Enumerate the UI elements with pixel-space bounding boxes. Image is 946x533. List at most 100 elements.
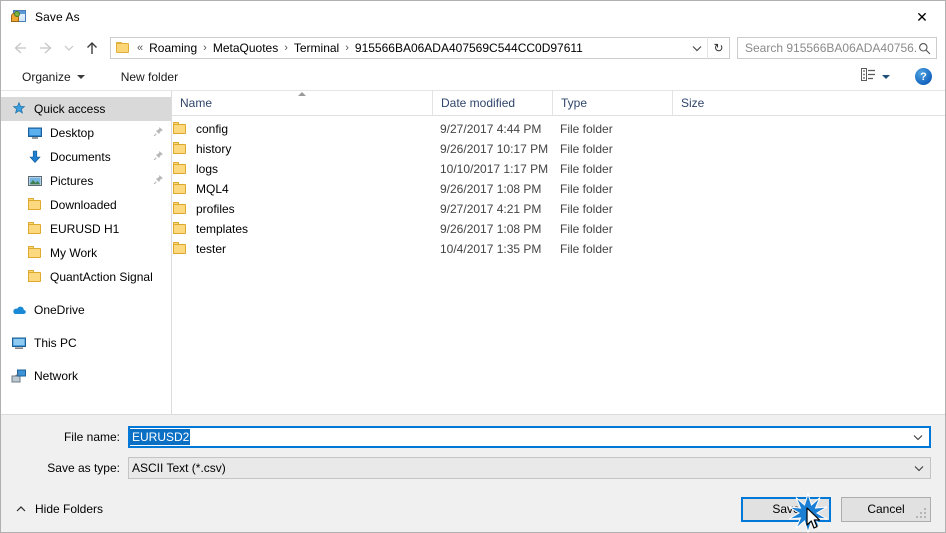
cancel-button[interactable]: Cancel xyxy=(841,496,931,522)
file-type: File folder xyxy=(560,222,613,236)
recent-locations-icon[interactable] xyxy=(59,36,79,60)
column-header-name[interactable]: Name xyxy=(172,91,432,115)
pictures-icon xyxy=(27,173,43,189)
save-as-icon xyxy=(11,9,27,25)
search-input[interactable]: Search 915566BA06ADA40756... xyxy=(737,37,937,59)
sidebar-item-network[interactable]: Network xyxy=(1,364,171,388)
sidebar-item-label: Network xyxy=(34,369,79,383)
sidebar-item-eurusd-h1[interactable]: EURUSD H1 xyxy=(1,217,171,241)
breadcrumb-separator: › xyxy=(203,42,207,54)
table-row[interactable]: profiles 9/27/2017 4:21 PM File folder xyxy=(172,199,945,219)
folder-icon xyxy=(27,245,43,261)
change-view-button[interactable] xyxy=(856,65,895,89)
column-header-date-modified[interactable]: Date modified xyxy=(432,91,552,115)
sidebar-item-desktop[interactable]: Desktop xyxy=(1,121,171,145)
file-name: MQL4 xyxy=(196,182,229,196)
breadcrumb-overflow[interactable]: « xyxy=(134,42,146,54)
sidebar-item-onedrive[interactable]: OneDrive xyxy=(1,298,171,322)
save-button[interactable]: Save xyxy=(741,496,831,522)
view-layout-icon xyxy=(861,67,876,86)
file-name: tester xyxy=(196,242,227,256)
pin-icon[interactable] xyxy=(153,150,165,164)
file-type: File folder xyxy=(560,182,613,196)
organize-label: Organize xyxy=(22,69,71,84)
onedrive-icon xyxy=(11,302,27,318)
table-row[interactable]: tester 10/4/2017 1:35 PM File folder xyxy=(172,239,945,259)
breadcrumb-separator: › xyxy=(345,42,349,54)
sidebar-item-documents[interactable]: Documents xyxy=(1,145,171,169)
file-date-modified: 9/27/2017 4:44 PM xyxy=(440,122,542,136)
sidebar-item-label: Documents xyxy=(50,150,111,164)
sidebar-item-quick-access[interactable]: Quick access xyxy=(1,97,171,121)
file-date-modified: 9/26/2017 10:17 PM xyxy=(440,142,549,156)
title-bar: Save As ✕ xyxy=(1,1,945,33)
new-folder-button[interactable]: New folder xyxy=(114,67,185,87)
address-path-box[interactable]: « Roaming › MetaQuotes › Terminal › 9155… xyxy=(110,37,730,59)
organize-button[interactable]: Organize xyxy=(15,67,92,87)
save-as-type-select[interactable]: ASCII Text (*.csv) xyxy=(128,457,931,479)
sidebar-item-label: Quick access xyxy=(34,102,106,116)
table-row[interactable]: templates 9/26/2017 1:08 PM File folder xyxy=(172,219,945,239)
column-header-type[interactable]: Type xyxy=(552,91,672,115)
chevron-up-icon xyxy=(15,502,27,516)
column-header-label: Type xyxy=(561,96,588,110)
chevron-down-icon[interactable] xyxy=(907,432,929,442)
chevron-down-icon[interactable] xyxy=(687,38,707,58)
star-pin-icon xyxy=(11,101,27,117)
sidebar-item-label: Desktop xyxy=(50,126,95,140)
file-name-input[interactable]: EURUSD2 xyxy=(128,426,931,448)
hide-folders-button[interactable]: Hide Folders xyxy=(11,499,107,519)
breadcrumb-item-1[interactable]: MetaQuotes xyxy=(210,39,281,57)
file-name: config xyxy=(196,122,229,136)
action-buttons: Save Cancel xyxy=(741,491,931,533)
pin-icon[interactable] xyxy=(153,174,165,188)
folder-icon xyxy=(172,181,188,197)
network-icon xyxy=(11,368,27,384)
folder-icon xyxy=(172,241,188,257)
sidebar-item-label: My Work xyxy=(50,246,98,260)
breadcrumb-separator: › xyxy=(284,42,288,54)
table-row[interactable]: MQL4 9/26/2017 1:08 PM File folder xyxy=(172,179,945,199)
column-header-size[interactable]: Size xyxy=(672,91,752,115)
column-header-label: Name xyxy=(180,96,213,110)
file-type: File folder xyxy=(560,242,613,256)
table-row[interactable]: logs 10/10/2017 1:17 PM File folder xyxy=(172,159,945,179)
file-type: File folder xyxy=(560,202,613,216)
up-arrow-icon[interactable] xyxy=(79,36,105,60)
breadcrumb-item-3[interactable]: 915566BA06ADA407569C544CC0D97611 xyxy=(352,39,586,57)
table-row[interactable]: history 9/26/2017 10:17 PM File folder xyxy=(172,139,945,159)
pin-icon[interactable] xyxy=(153,126,165,140)
sidebar-item-quantaction-signal[interactable]: QuantAction Signal xyxy=(1,265,171,289)
close-button[interactable]: ✕ xyxy=(899,2,945,33)
search-placeholder: Search 915566BA06ADA40756... xyxy=(745,41,916,55)
folder-icon xyxy=(172,141,188,157)
window-title: Save As xyxy=(35,10,80,24)
file-name: profiles xyxy=(196,202,235,216)
folder-icon xyxy=(27,221,43,237)
new-folder-label: New folder xyxy=(120,69,179,84)
folder-icon xyxy=(172,161,188,177)
command-bar-right: ? xyxy=(856,65,935,89)
file-date-modified: 9/27/2017 4:21 PM xyxy=(440,202,542,216)
sidebar-item-pictures[interactable]: Pictures xyxy=(1,169,171,193)
back-arrow-icon[interactable] xyxy=(7,36,33,60)
file-name: history xyxy=(196,142,232,156)
file-type: File folder xyxy=(560,162,613,176)
refresh-icon[interactable]: ↻ xyxy=(707,37,729,59)
sidebar-item-this-pc[interactable]: This PC xyxy=(1,331,171,355)
breadcrumb: « Roaming › MetaQuotes › Terminal › 9155… xyxy=(134,39,687,57)
sidebar-item-my-work[interactable]: My Work xyxy=(1,241,171,265)
dialog-body: Quick access Desktop Documents Pictures … xyxy=(1,91,945,414)
forward-arrow-icon[interactable] xyxy=(33,36,59,60)
breadcrumb-item-0[interactable]: Roaming xyxy=(146,39,200,57)
breadcrumb-item-2[interactable]: Terminal xyxy=(291,39,342,57)
chevron-down-icon[interactable] xyxy=(908,463,930,473)
folder-icon xyxy=(27,269,43,285)
sidebar-item-downloaded[interactable]: Downloaded xyxy=(1,193,171,217)
file-name: templates xyxy=(196,222,249,236)
column-header-label: Date modified xyxy=(441,96,516,110)
folder-icon xyxy=(27,197,43,213)
help-icon[interactable]: ? xyxy=(915,68,932,85)
table-row[interactable]: config 9/27/2017 4:44 PM File folder xyxy=(172,119,945,139)
command-bar: Organize New folder ? xyxy=(1,63,945,91)
